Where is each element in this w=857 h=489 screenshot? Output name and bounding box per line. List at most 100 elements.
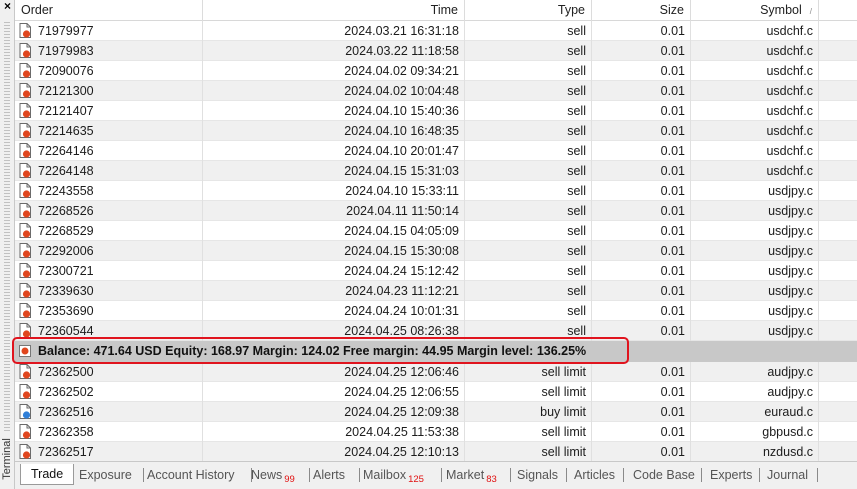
order-cell: 72214635 <box>15 121 203 141</box>
type-cell: sell <box>465 221 592 241</box>
tab-experts[interactable]: Experts <box>710 465 752 485</box>
trade-table: Order Time Type Size Symbol / 71979977 202… <box>15 0 857 461</box>
order-number: 72264146 <box>38 144 94 158</box>
tab-alerts[interactable]: Alerts <box>313 465 345 485</box>
table-row[interactable]: 72268529 2024.04.15 04:05:09 sell 0.01 usdjp… <box>15 221 857 241</box>
table-row[interactable]: 71979983 2024.03.22 11:18:58 sell 0.01 usdch… <box>15 41 857 61</box>
table-row[interactable]: 72264146 2024.04.10 20:01:47 sell 0.01 usdch… <box>15 141 857 161</box>
column-header-time[interactable]: Time <box>203 0 465 21</box>
order-number: 72264148 <box>38 164 94 178</box>
close-icon[interactable]: × <box>0 0 15 14</box>
symbol-cell: usdjpy.c <box>691 241 819 261</box>
filler-cell <box>819 402 857 422</box>
filler-cell <box>819 442 857 461</box>
tab-trade[interactable]: Trade <box>20 464 75 485</box>
filler-cell <box>819 221 857 241</box>
table-row[interactable]: 72339630 2024.04.23 11:12:21 sell 0.01 usdjp… <box>15 281 857 301</box>
table-row[interactable]: 72090076 2024.04.02 09:34:21 sell 0.01 usdch… <box>15 61 857 81</box>
tab-label: Exposure <box>79 468 132 482</box>
size-cell: 0.01 <box>592 201 691 221</box>
order-cell: 71979977 <box>15 21 203 41</box>
table-row[interactable]: 72292006 2024.04.15 15:30:08 sell 0.01 usdjp… <box>15 241 857 261</box>
filler-cell <box>819 201 857 221</box>
table-row[interactable]: 72362502 2024.04.25 12:06:55 sell limit 0.0… <box>15 382 857 402</box>
table-row[interactable]: 72353690 2024.04.24 10:01:31 sell 0.01 usdjp… <box>15 301 857 321</box>
drag-grip[interactable] <box>4 22 10 432</box>
order-cell: 72090076 <box>15 61 203 81</box>
symbol-cell: usdjpy.c <box>691 261 819 281</box>
table-row[interactable]: 72362517 2024.04.25 12:10:13 sell limit 0.0… <box>15 442 857 461</box>
tab-exposure[interactable]: Exposure <box>79 465 132 485</box>
table-row[interactable]: 72268526 2024.04.11 11:50:14 sell 0.01 usdjp… <box>15 201 857 221</box>
table-row[interactable]: 72121407 2024.04.10 15:40:36 sell 0.01 usdch… <box>15 101 857 121</box>
symbol-cell: nzdusd.c <box>691 442 819 461</box>
table-row[interactable]: 72362358 2024.04.25 11:53:38 sell limit 0.0… <box>15 422 857 442</box>
table-row[interactable]: 72214635 2024.04.10 16:48:35 sell 0.01 usdch… <box>15 121 857 141</box>
tab-news[interactable]: News 99 <box>251 465 295 485</box>
order-cell: 72353690 <box>15 301 203 321</box>
tab-separator <box>309 468 310 482</box>
time-cell: 2024.04.25 12:10:13 <box>203 442 465 461</box>
tab-articles[interactable]: Articles <box>574 465 615 485</box>
order-cell: 72268526 <box>15 201 203 221</box>
type-cell: sell <box>465 61 592 81</box>
order-number: 72292006 <box>38 244 94 258</box>
tab-journal[interactable]: Journal <box>767 465 808 485</box>
table-row[interactable]: 72243558 2024.04.10 15:33:11 sell 0.01 usdjp… <box>15 181 857 201</box>
time-cell: 2024.04.10 20:01:47 <box>203 141 465 161</box>
order-cell: 72362517 <box>15 442 203 461</box>
order-number: 72268526 <box>38 204 94 218</box>
tab-market[interactable]: Market 83 <box>446 465 497 485</box>
column-header-symbol-label: Symbol <box>760 3 802 17</box>
time-cell: 2024.04.02 10:04:48 <box>203 81 465 101</box>
filler-cell <box>819 61 857 81</box>
order-number: 72362358 <box>38 425 94 439</box>
tab-label: Alerts <box>313 468 345 482</box>
tab-code-base[interactable]: Code Base <box>633 465 695 485</box>
filler-cell <box>819 281 857 301</box>
table-row[interactable]: 72264148 2024.04.15 15:31:03 sell 0.01 usdch… <box>15 161 857 181</box>
order-cell: 72292006 <box>15 241 203 261</box>
type-cell: sell <box>465 21 592 41</box>
symbol-cell: usdjpy.c <box>691 181 819 201</box>
type-cell: sell <box>465 141 592 161</box>
tab-count-badge: 99 <box>284 474 295 485</box>
column-header-size[interactable]: Size <box>592 0 691 21</box>
terminal-tab-bar: Trade Exposure Account History News 99 Alerts… <box>15 461 857 489</box>
time-cell: 2024.04.10 15:33:11 <box>203 181 465 201</box>
column-header-symbol[interactable]: Symbol / <box>691 0 819 21</box>
order-cell: 72264148 <box>15 161 203 181</box>
tab-separator <box>143 468 144 482</box>
filler-cell <box>819 141 857 161</box>
type-cell: sell <box>465 181 592 201</box>
time-cell: 2024.04.15 04:05:09 <box>203 221 465 241</box>
symbol-cell: euraud.c <box>691 402 819 422</box>
table-row[interactable]: 72300721 2024.04.24 15:12:42 sell 0.01 usdjp… <box>15 261 857 281</box>
order-cell: 72268529 <box>15 221 203 241</box>
table-row[interactable]: 71979977 2024.03.21 16:31:18 sell 0.01 usdch… <box>15 21 857 41</box>
table-row[interactable]: 72362516 2024.04.25 12:09:38 buy limit 0.01… <box>15 402 857 422</box>
order-cell: 72362358 <box>15 422 203 442</box>
column-header-order[interactable]: Order <box>15 0 203 21</box>
table-row[interactable]: 72362500 2024.04.25 12:06:46 sell limit 0.0… <box>15 362 857 382</box>
filler-cell <box>819 81 857 101</box>
tab-label: Signals <box>517 468 558 482</box>
tab-signals[interactable]: Signals <box>517 465 558 485</box>
table-row[interactable]: 72121300 2024.04.02 10:04:48 sell 0.01 usdch… <box>15 81 857 101</box>
order-number: 72121300 <box>38 84 94 98</box>
symbol-cell: usdchf.c <box>691 121 819 141</box>
tab-account-history[interactable]: Account History <box>147 465 235 485</box>
time-cell: 2024.03.21 16:31:18 <box>203 21 465 41</box>
time-cell: 2024.04.24 10:01:31 <box>203 301 465 321</box>
type-cell: sell <box>465 41 592 61</box>
order-number: 71979983 <box>38 44 94 58</box>
terminal-side-panel: × Terminal <box>0 0 15 489</box>
order-cell: 72362500 <box>15 362 203 382</box>
tab-mailbox[interactable]: Mailbox 125 <box>363 465 424 485</box>
column-header-type[interactable]: Type <box>465 0 592 21</box>
order-number: 72214635 <box>38 124 94 138</box>
order-cell: 72300721 <box>15 261 203 281</box>
type-cell: sell limit <box>465 442 592 461</box>
order-number: 72339630 <box>38 284 94 298</box>
order-number: 72121407 <box>38 104 94 118</box>
